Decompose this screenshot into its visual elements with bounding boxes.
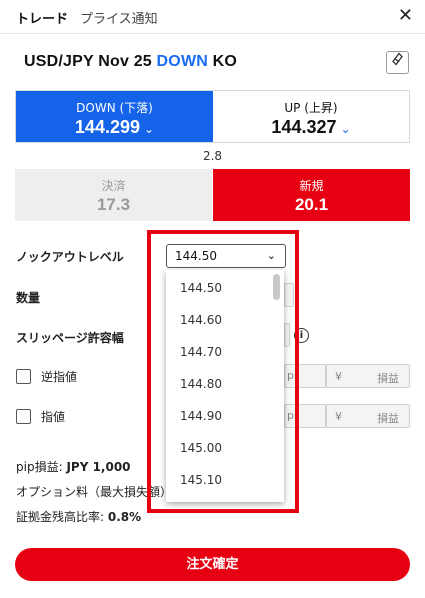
yen-icon: ¥ [335, 370, 342, 383]
settle-button[interactable]: 決済 17.3 [15, 169, 212, 221]
price-selector: DOWN (下落) 144.299 ⌄ UP (上昇) 144.327 ⌄ [15, 90, 410, 143]
price-down-label: DOWN (下落) [76, 101, 153, 115]
instrument-title: USD/JPY Nov 25 DOWN KO [24, 53, 237, 71]
new-order-button[interactable]: 新規 20.1 [213, 169, 410, 221]
slippage-label: スリッページ許容幅 [16, 331, 124, 345]
limit-pnl-label: 損益 [377, 412, 399, 425]
pip-pnl-label: pip損益: [16, 460, 67, 474]
yen-icon: ¥ [335, 410, 342, 423]
new-order-label: 新規 [299, 179, 324, 193]
stop-order-label: 逆指値 [41, 370, 78, 384]
instrument-direction: DOWN [156, 53, 209, 70]
price-down-number: 144.299 [74, 117, 140, 137]
stop-pnl-input[interactable]: ¥ 損益 [326, 364, 410, 388]
chevron-down-icon: ⌄ [340, 122, 351, 136]
price-down-value: 144.299 ⌄ [16, 117, 213, 138]
quantity-label: 数量 [16, 291, 41, 305]
submit-order-button[interactable]: 注文確定 [15, 548, 410, 581]
price-up-label: UP (上昇) [284, 101, 338, 115]
margin-ratio-value: 0.8% [107, 510, 142, 524]
tab-price-alert[interactable]: プライス通知 [80, 8, 158, 27]
stop-pnl-label: 損益 [377, 372, 399, 385]
instrument-suffix: KO [208, 53, 238, 70]
price-up-button[interactable]: UP (上昇) 144.327 ⌄ [213, 91, 409, 142]
limit-pnl-input[interactable]: ¥ 損益 [326, 404, 410, 428]
link-icon-svg [392, 52, 403, 66]
settle-label: 決済 [101, 179, 126, 193]
stop-order-row: 逆指値 [16, 368, 77, 385]
pip-pnl-value: JPY 1,000 [66, 460, 131, 474]
link-icon[interactable] [386, 51, 409, 74]
limit-order-row: 指値 [16, 408, 65, 425]
margin-ratio-info: 証拠金残高比率: 0.8% [16, 508, 141, 525]
limit-order-label: 指値 [41, 410, 66, 424]
new-order-value: 20.1 [294, 195, 329, 214]
spread-value: 2.8 [202, 149, 223, 163]
stop-order-checkbox[interactable] [16, 369, 31, 384]
price-down-button[interactable]: DOWN (下落) 144.299 ⌄ [16, 91, 213, 142]
header: トレード プライス通知 ✕ [0, 0, 425, 34]
tab-trade[interactable]: トレード [16, 8, 68, 27]
price-up-number: 144.327 [271, 117, 337, 137]
settle-value: 17.3 [96, 195, 131, 214]
instrument-pair: USD/JPY Nov 25 [24, 53, 157, 70]
price-up-value: 144.327 ⌄ [213, 117, 409, 138]
pip-pnl-info: pip損益: JPY 1,000 [16, 458, 131, 475]
limit-order-checkbox[interactable] [16, 409, 31, 424]
knockout-level-label: ノックアウトレベル [16, 250, 124, 264]
highlight-frame [147, 230, 299, 513]
order-mode-selector: 決済 17.3 新規 20.1 [15, 169, 410, 221]
close-icon[interactable]: ✕ [398, 5, 413, 26]
margin-ratio-label: 証拠金残高比率: [16, 510, 108, 524]
chevron-down-icon: ⌄ [144, 122, 155, 136]
